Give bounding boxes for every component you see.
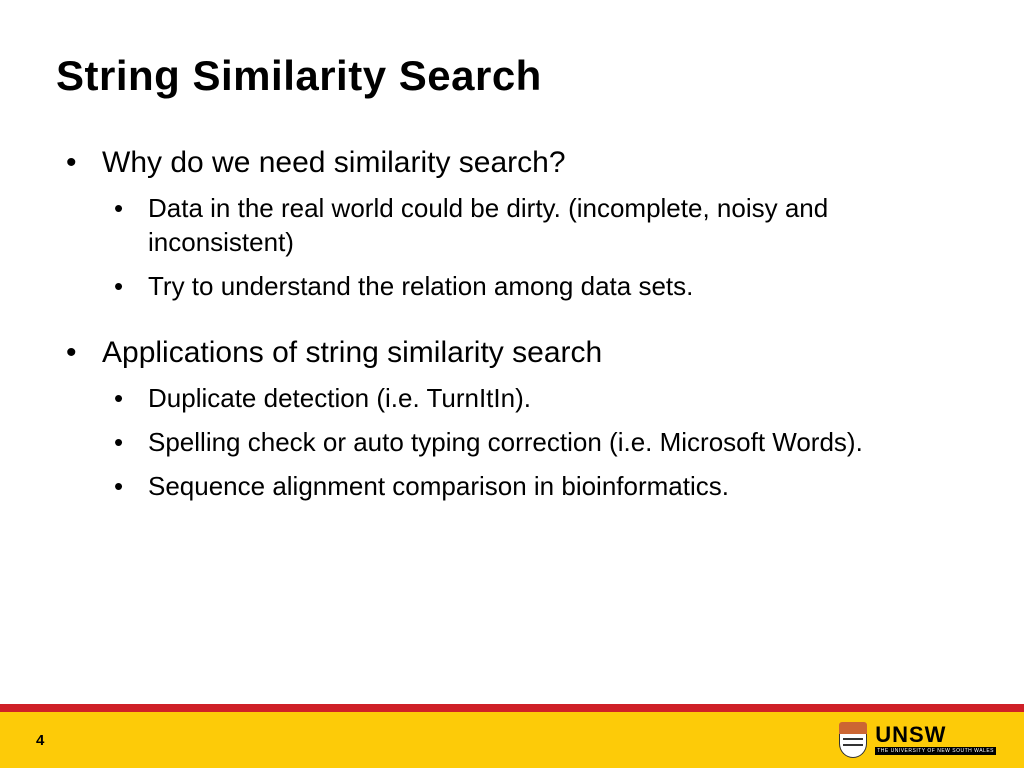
unsw-logo: UNSW THE UNIVERSITY OF NEW SOUTH WALES — [839, 722, 996, 758]
brand-subtitle: THE UNIVERSITY OF NEW SOUTH WALES — [875, 747, 996, 755]
slide: String Similarity Search Why do we need … — [0, 0, 1024, 768]
footer: 4 UNSW THE UNIVERSITY OF NEW SOUTH WALES — [0, 704, 1024, 768]
bullet-text: Applications of string similarity search — [102, 336, 602, 369]
sub-bullet-item: Duplicate detection (i.e. TurnItIn). — [102, 382, 964, 416]
slide-body: Why do we need similarity search? Data i… — [60, 144, 964, 534]
slide-title: String Similarity Search — [56, 52, 542, 100]
sub-bullet-item: Spelling check or auto typing correction… — [102, 426, 964, 460]
bullet-item: Why do we need similarity search? Data i… — [60, 144, 964, 304]
sub-bullet-list: Data in the real world could be dirty. (… — [102, 192, 964, 303]
bullet-text: Why do we need similarity search? — [102, 146, 566, 179]
sub-bullet-item: Sequence alignment comparison in bioinfo… — [102, 470, 964, 504]
page-number: 4 — [36, 732, 44, 749]
footer-yellow-bar: 4 UNSW THE UNIVERSITY OF NEW SOUTH WALES — [0, 712, 1024, 768]
bullet-item: Applications of string similarity search… — [60, 334, 964, 504]
crest-icon — [839, 722, 867, 758]
footer-red-bar — [0, 704, 1024, 712]
brand-block: UNSW THE UNIVERSITY OF NEW SOUTH WALES — [875, 725, 996, 755]
bullet-list: Why do we need similarity search? Data i… — [60, 144, 964, 504]
sub-bullet-item: Data in the real world could be dirty. (… — [102, 192, 964, 260]
brand-name: UNSW — [875, 725, 996, 745]
sub-bullet-item: Try to understand the relation among dat… — [102, 270, 964, 304]
sub-bullet-list: Duplicate detection (i.e. TurnItIn). Spe… — [102, 382, 964, 503]
